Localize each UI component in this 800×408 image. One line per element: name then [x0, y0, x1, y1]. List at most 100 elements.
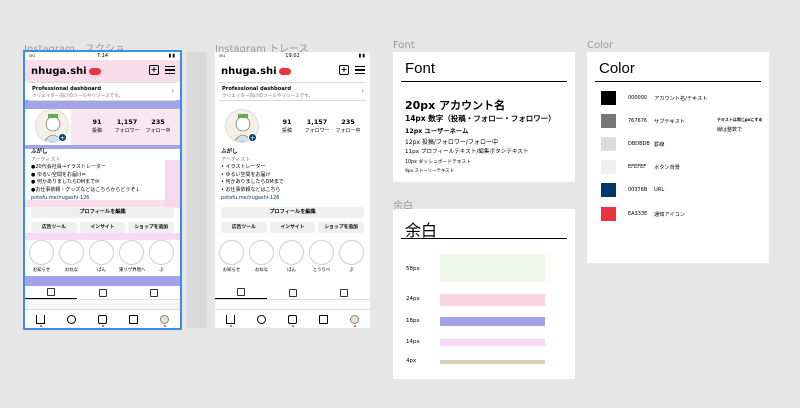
- dashboard-title: Professional dashboard: [32, 86, 102, 92]
- font-spec-line: 12px 投稿/フォロワー/フォロー中: [405, 139, 498, 146]
- tab-tagged[interactable]: [128, 286, 180, 299]
- stat-following[interactable]: 235 フォロー中: [142, 118, 174, 134]
- font-card-title: Font: [405, 60, 436, 77]
- tagged-icon: [150, 288, 159, 297]
- battery-icon: ▮▮: [358, 53, 366, 59]
- insights-button[interactable]: インサイト: [269, 222, 316, 233]
- search-icon[interactable]: [67, 314, 76, 324]
- phone-screenshot-frame[interactable]: au 7:14 ▮▮ nhuga.shi + Professional dash…: [23, 50, 182, 330]
- spacing-overlay: [25, 100, 180, 109]
- tab-tagged[interactable]: [318, 286, 370, 299]
- reels-nav-icon[interactable]: [288, 314, 297, 327]
- battery-icon: ▮▮: [168, 53, 176, 59]
- add-shop-button[interactable]: ショップを追加: [318, 222, 365, 233]
- profile-link[interactable]: potofu.me/nugashi-126: [31, 195, 140, 203]
- clock: 7:14: [96, 53, 109, 59]
- reels-nav-icon[interactable]: [98, 314, 107, 327]
- account-name[interactable]: nhuga.shi: [31, 66, 101, 77]
- grid-icon: [46, 288, 55, 296]
- color-swatch: [601, 160, 616, 174]
- spacing-overlay: [25, 233, 180, 240]
- profile-link[interactable]: potofu.me/nugashi-126: [221, 195, 284, 203]
- font-card[interactable]: Font 20px アカウント名 14px 数字（投稿・フォロー・フォロワー） …: [393, 52, 575, 182]
- search-icon[interactable]: [257, 314, 266, 324]
- highlight[interactable]: ぷ: [149, 240, 174, 273]
- stat-posts[interactable]: 91 投稿: [81, 118, 113, 134]
- spacing-row: 18px: [406, 317, 545, 326]
- highlight[interactable]: おねな: [249, 240, 274, 273]
- menu-icon[interactable]: [165, 65, 175, 75]
- profile-nav-icon[interactable]: [160, 314, 169, 327]
- add-shop-button[interactable]: ショップを追加: [128, 222, 175, 233]
- tab-grid[interactable]: [215, 286, 267, 299]
- font-spec-line: 20px アカウント名: [405, 99, 506, 112]
- add-story-icon[interactable]: +: [248, 133, 257, 142]
- tab-reels[interactable]: [77, 286, 129, 299]
- color-swatch: [601, 91, 616, 105]
- highlight[interactable]: お知らせ: [219, 240, 244, 273]
- dashboard-subtitle: クリエイター向けのツールやリソースです。: [222, 94, 314, 99]
- chevron-right-icon: ›: [171, 87, 174, 95]
- highlight[interactable]: ぷ: [339, 240, 364, 273]
- color-swatch: [601, 114, 616, 128]
- insights-button[interactable]: インサイト: [79, 222, 126, 233]
- spacing-row: 14px: [406, 339, 545, 346]
- stat-followers[interactable]: 1,157 フォロワー: [111, 118, 143, 134]
- spacing-card[interactable]: 余白 58px 24px 18px 14px 4px: [393, 209, 575, 379]
- color-row: DBDBDB 罫線: [601, 137, 664, 151]
- highlight[interactable]: ぱん: [279, 240, 304, 273]
- menu-icon[interactable]: [355, 65, 365, 75]
- professional-dashboard[interactable]: Professional dashboard クリエイター向けのツールやリソース…: [29, 82, 176, 101]
- highlight[interactable]: おねな: [59, 240, 84, 273]
- spacing-swatch: [440, 294, 545, 306]
- profile-nav-icon[interactable]: [350, 314, 359, 327]
- edit-profile-button[interactable]: プロフィールを編集: [31, 207, 174, 218]
- tab-reels[interactable]: [267, 286, 319, 299]
- stat-posts[interactable]: 91 投稿: [271, 118, 303, 134]
- bio-line: ●20代会社員→イラストレーター: [31, 164, 106, 171]
- spacing-row: 4px: [406, 358, 545, 364]
- highlight[interactable]: とうりべ: [309, 240, 334, 273]
- color-row: 000000 アカウント名/テキスト: [601, 91, 707, 105]
- ad-tools-button[interactable]: 広告ツール: [221, 222, 267, 233]
- bio-line: ● 何かありましたらDMまで✉︎: [31, 179, 100, 186]
- font-spec-line: 10px ダッシュボードテキスト: [405, 160, 472, 165]
- display-name: ふがし: [31, 149, 48, 155]
- reels-icon: [98, 288, 107, 297]
- highlight[interactable]: ぱん: [89, 240, 114, 273]
- add-story-icon[interactable]: +: [58, 133, 67, 142]
- color-card[interactable]: Color テキストは同じpxにする 線は整数で 000000 アカウント名/テキ…: [587, 52, 769, 263]
- spacing-overlay: [25, 276, 180, 286]
- status-bar: au 7:14 ▮▮: [25, 52, 180, 60]
- color-row: 00376B URL: [601, 183, 664, 197]
- phone-trace-frame[interactable]: au 19:02 ▮▮ nhuga.shi + Professional das…: [215, 52, 370, 328]
- grid-icon: [236, 288, 245, 296]
- highlight[interactable]: 東リヴ界隈へ: [119, 240, 145, 273]
- stat-following[interactable]: 235 フォロー中: [332, 118, 364, 134]
- stat-followers[interactable]: 1,157 フォロワー: [301, 118, 333, 134]
- home-icon[interactable]: [36, 314, 45, 327]
- shop-icon[interactable]: [129, 314, 138, 324]
- notification-badge: [88, 67, 101, 75]
- font-spec-line: 9px ストーリーテキスト: [405, 169, 454, 174]
- highlight[interactable]: お知らせ: [29, 240, 54, 273]
- divider: [401, 81, 567, 82]
- home-icon[interactable]: [226, 314, 235, 327]
- edit-profile-button[interactable]: プロフィールを編集: [221, 207, 364, 218]
- create-post-icon[interactable]: +: [339, 65, 349, 75]
- shop-icon[interactable]: [319, 314, 328, 324]
- profile-bio: ふがし アーティスト • イラストレーター • ゆるい空間をお届け • 何かあり…: [221, 149, 284, 202]
- frame-label-font: Font: [393, 40, 415, 51]
- font-spec-line: 12px ユーザーネーム: [405, 128, 469, 135]
- ad-tools-button[interactable]: 広告ツール: [31, 222, 77, 233]
- chevron-right-icon: ›: [361, 87, 364, 95]
- color-swatch: [601, 183, 616, 197]
- spacer-column: [187, 52, 207, 328]
- tab-grid[interactable]: [25, 286, 77, 299]
- professional-dashboard[interactable]: Professional dashboard クリエイター向けのツールやリソース…: [219, 82, 366, 101]
- account-name[interactable]: nhuga.shi: [221, 66, 291, 77]
- create-post-icon[interactable]: +: [149, 65, 159, 75]
- spacing-row: 24px: [406, 294, 545, 306]
- color-row: EFEFEF ボタン背景: [601, 160, 680, 174]
- status-bar: au 19:02 ▮▮: [215, 52, 370, 60]
